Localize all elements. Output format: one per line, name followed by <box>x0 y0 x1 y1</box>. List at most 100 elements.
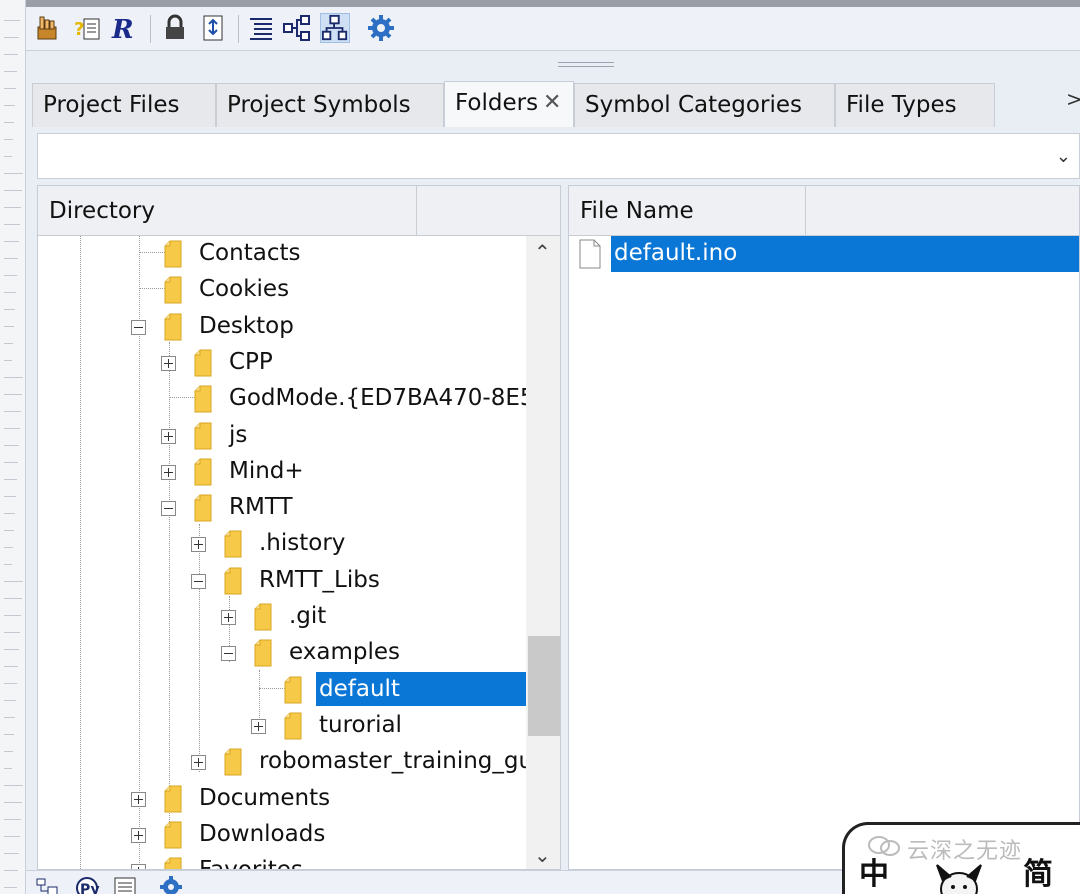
tree-icon[interactable] <box>282 13 312 43</box>
face-icon <box>936 864 982 894</box>
collapse-icon[interactable] <box>131 319 146 335</box>
tab-scroll-right-icon[interactable]: > <box>1066 87 1080 111</box>
directory-scrollbar[interactable]: ⌃ ⌄ <box>526 236 560 869</box>
expand-icon[interactable] <box>191 755 206 771</box>
folder-icon <box>224 748 242 776</box>
list-icon[interactable] <box>246 13 276 43</box>
tree-row[interactable]: RMTT_Libs <box>38 563 526 599</box>
expand-icon[interactable] <box>131 791 146 807</box>
hand-pointer-icon[interactable] <box>34 13 64 43</box>
collapse-icon[interactable] <box>191 573 206 589</box>
expand-icon[interactable] <box>221 610 236 625</box>
sync-icon[interactable] <box>198 13 228 43</box>
hierarchy-icon[interactable] <box>320 13 350 43</box>
folder-icon <box>284 712 302 740</box>
tree-row[interactable]: RMTT <box>38 490 526 526</box>
tree-row[interactable]: Downloads <box>38 817 526 853</box>
left-side-strip <box>0 0 26 894</box>
tree-label: CPP <box>229 348 273 375</box>
folder-icon <box>194 458 212 486</box>
tab-bar: Project Files Project Symbols Folders ✕ … <box>26 79 1080 127</box>
expand-icon[interactable] <box>251 718 266 734</box>
tree-row[interactable]: GodMode.{ED7BA470-8E5 <box>38 381 535 417</box>
tree-row[interactable]: examples <box>38 635 526 671</box>
chevron-down-icon[interactable]: ⌄ <box>1056 146 1071 167</box>
close-icon[interactable]: ✕ <box>543 82 561 124</box>
watermark-glyph-right: 简 <box>1023 857 1053 892</box>
svg-text:R: R <box>111 15 134 43</box>
tab-file-types[interactable]: File Types <box>835 83 995 127</box>
gear-icon[interactable] <box>366 13 396 43</box>
expand-icon[interactable] <box>161 464 176 480</box>
tree-label: Cookies <box>199 276 290 303</box>
tree-row[interactable]: Contacts <box>38 236 526 272</box>
regex-icon[interactable]: R <box>110 13 140 45</box>
tree-label: Documents <box>199 784 331 811</box>
folder-icon <box>164 857 182 869</box>
tree-row[interactable]: Mind+ <box>38 454 526 490</box>
svg-text:Py: Py <box>80 882 100 894</box>
expand-icon[interactable] <box>191 537 206 553</box>
tree-label: .git <box>289 603 327 629</box>
tree-row[interactable]: .git <box>38 599 526 635</box>
tree-label: .history <box>259 530 346 557</box>
chevron-down-icon[interactable]: ⌄ <box>534 843 551 867</box>
tree-row[interactable]: Favorites <box>38 853 526 869</box>
folder-icon <box>254 639 272 667</box>
header-label: Directory <box>49 198 156 224</box>
file-name: default.ino <box>611 236 1079 272</box>
tab-label: Project Symbols <box>227 92 411 118</box>
tree-row[interactable]: default <box>38 671 526 708</box>
folder-icon <box>224 530 242 558</box>
folder-icon <box>194 422 212 450</box>
tree-row[interactable]: turorial <box>38 708 526 744</box>
tree-row[interactable]: Cookies <box>38 272 526 308</box>
tree-row[interactable]: robomaster_training_gu <box>38 744 533 780</box>
tree-label: RMTT <box>229 494 293 521</box>
tab-folders[interactable]: Folders ✕ <box>444 81 574 127</box>
folder-path-combo[interactable]: ⌄ <box>37 133 1080 179</box>
tree-row[interactable]: js <box>38 418 526 454</box>
tree-label: Mind+ <box>229 457 304 484</box>
file-row[interactable]: default.ino <box>569 236 1079 272</box>
collapse-icon[interactable] <box>161 501 176 517</box>
tree-row[interactable]: Documents <box>38 781 526 817</box>
chevron-up-icon[interactable]: ⌃ <box>534 240 551 264</box>
tab-symbol-categories[interactable]: Symbol Categories <box>574 83 835 127</box>
tab-project-files[interactable]: Project Files <box>32 83 216 127</box>
folder-tree-icon[interactable] <box>34 873 60 894</box>
tree-row[interactable]: .history <box>38 526 526 562</box>
expand-icon[interactable] <box>131 827 146 843</box>
svg-text:?: ? <box>74 19 84 40</box>
python-icon[interactable]: Py <box>74 873 100 894</box>
tree-row[interactable]: Desktop <box>38 309 526 345</box>
tree-label: GodMode.{ED7BA470-8E5 <box>229 385 535 412</box>
collapse-icon[interactable] <box>221 646 236 662</box>
tab-label: Project Files <box>43 92 180 118</box>
file-name-column-header[interactable]: File Name <box>569 186 806 236</box>
tree-label: Contacts <box>199 240 301 266</box>
panel-splitter[interactable] <box>26 51 1080 79</box>
gear-icon[interactable] <box>158 873 184 894</box>
tree-label: examples <box>289 639 400 666</box>
empty-column-header[interactable] <box>417 186 560 236</box>
scrollbar-thumb[interactable] <box>528 636 560 736</box>
expand-icon[interactable] <box>161 428 176 444</box>
folder-icon <box>164 313 182 341</box>
expand-icon[interactable] <box>161 355 176 371</box>
file-panel: File Name default.ino <box>568 185 1080 870</box>
document-icon[interactable] <box>112 873 138 894</box>
file-icon <box>579 239 601 269</box>
empty-column-header[interactable] <box>806 186 1079 236</box>
tab-label: Folders <box>455 90 539 116</box>
help-icon[interactable]: ? <box>72 13 102 43</box>
folder-icon <box>194 385 212 413</box>
watermark: 云深之无迹 中 简 <box>842 822 1080 894</box>
directory-panel: Directory Contacts Cookies Desktop CPP GodMo… <box>37 185 561 870</box>
tab-label: File Types <box>846 92 957 118</box>
lock-icon[interactable] <box>160 13 190 43</box>
tree-label: js <box>229 421 248 448</box>
tab-project-symbols[interactable]: Project Symbols <box>216 83 444 127</box>
tree-row[interactable]: CPP <box>38 345 526 381</box>
directory-column-header[interactable]: Directory <box>38 186 417 236</box>
